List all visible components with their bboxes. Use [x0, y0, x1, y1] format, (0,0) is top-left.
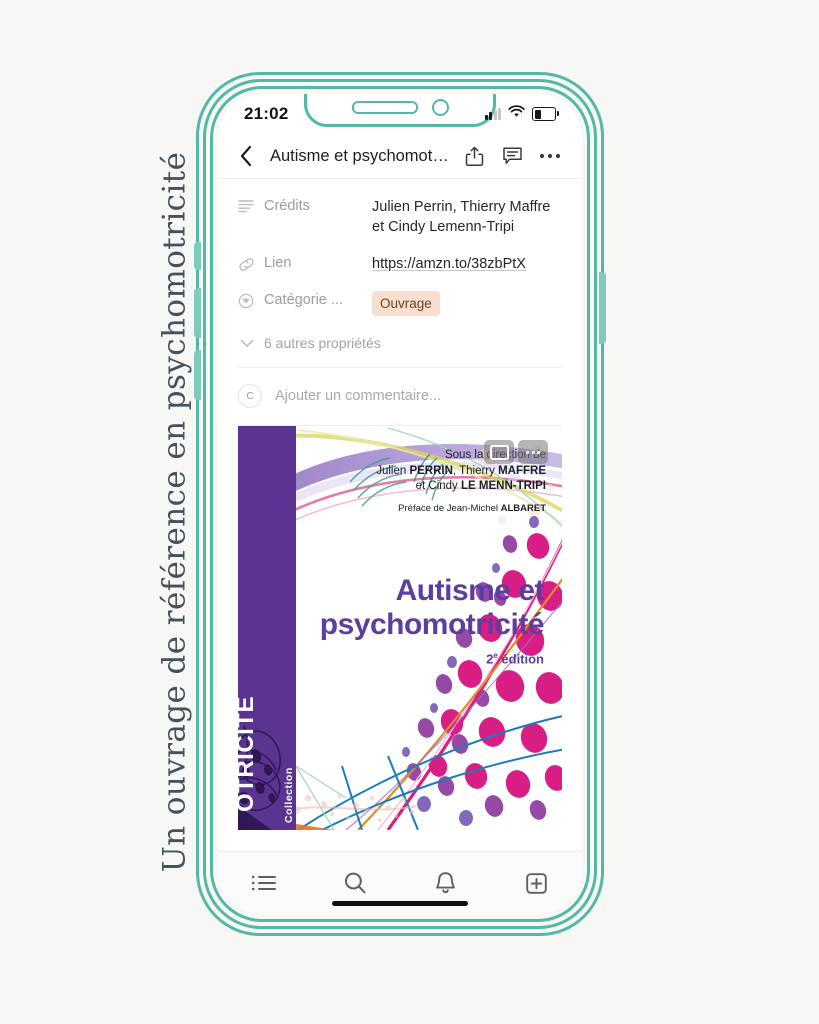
tab-notifications[interactable]: [400, 871, 491, 895]
more-horizontal-icon[interactable]: [536, 142, 564, 170]
power-button[interactable]: [599, 272, 606, 344]
book-cover-image[interactable]: Sous la direction de Julien PERRIN, Thie…: [238, 426, 562, 830]
property-row-credits[interactable]: Crédits Julien Perrin, Thierry Maffre et…: [238, 189, 560, 246]
add-comment-row[interactable]: C Ajouter un commentaire...: [218, 368, 582, 425]
chevron-down-icon: [238, 339, 256, 348]
comment-input-placeholder[interactable]: Ajouter un commentaire...: [275, 388, 441, 404]
mute-switch-button[interactable]: [194, 242, 201, 270]
select-circle-icon: [238, 291, 264, 309]
property-label-link: Lien: [264, 255, 292, 271]
tab-search[interactable]: [309, 871, 400, 895]
back-button[interactable]: [232, 142, 260, 170]
tab-add[interactable]: [491, 872, 582, 895]
text-lines-icon: [238, 197, 264, 213]
share-icon[interactable]: [460, 142, 488, 170]
property-label-category: Catégorie ...: [264, 292, 343, 308]
status-icons: [484, 105, 559, 123]
property-value-category: Ouvrage: [372, 291, 560, 316]
avatar: C: [238, 384, 262, 408]
more-properties-toggle[interactable]: 6 autres propriétés: [238, 325, 560, 355]
phone-mockup: 21:02 Autisme et psychomotricité Crédits…: [194, 72, 606, 936]
book-cover-block: Sous la direction de Julien PERRIN, Thie…: [238, 426, 562, 830]
nav-bar: Autisme et psychomotricité: [218, 134, 582, 179]
property-value-credits: Julien Perrin, Thierry Maffre et Cindy L…: [372, 199, 551, 235]
phone-screen: 21:02 Autisme et psychomotricité Crédits…: [218, 94, 582, 914]
status-badge-ouvrage[interactable]: Ouvrage: [372, 291, 440, 316]
property-label-credits: Crédits: [264, 198, 310, 214]
more-horizontal-icon[interactable]: [518, 440, 548, 464]
battery-low-icon: [532, 107, 559, 121]
property-row-category[interactable]: Catégorie ... Ouvrage: [238, 283, 560, 325]
volume-down-button[interactable]: [194, 350, 201, 400]
tab-list[interactable]: [218, 873, 309, 893]
status-time: 21:02: [244, 104, 289, 123]
link-icon: [238, 254, 264, 273]
status-bar: 21:02: [218, 94, 582, 134]
side-caption-text: Un ouvrage de référence en psychomotrici…: [156, 151, 193, 873]
page-title: Autisme et psychomotricité: [270, 146, 450, 165]
more-properties-label: 6 autres propriétés: [264, 335, 381, 351]
home-indicator: [332, 901, 468, 906]
expand-screen-icon[interactable]: [484, 440, 514, 464]
property-row-link[interactable]: Lien https://amzn.to/38zbPtX: [238, 246, 560, 283]
comment-icon[interactable]: [498, 142, 526, 170]
volume-up-button[interactable]: [194, 288, 201, 338]
book-cover-artwork: [238, 426, 562, 830]
properties-list: Crédits Julien Perrin, Thierry Maffre et…: [218, 179, 582, 355]
cover-overlay-buttons: [484, 440, 548, 464]
property-value-link[interactable]: https://amzn.to/38zbPtX: [372, 254, 560, 274]
wifi-icon: [508, 105, 525, 123]
cellular-signal-icon: [484, 108, 501, 120]
